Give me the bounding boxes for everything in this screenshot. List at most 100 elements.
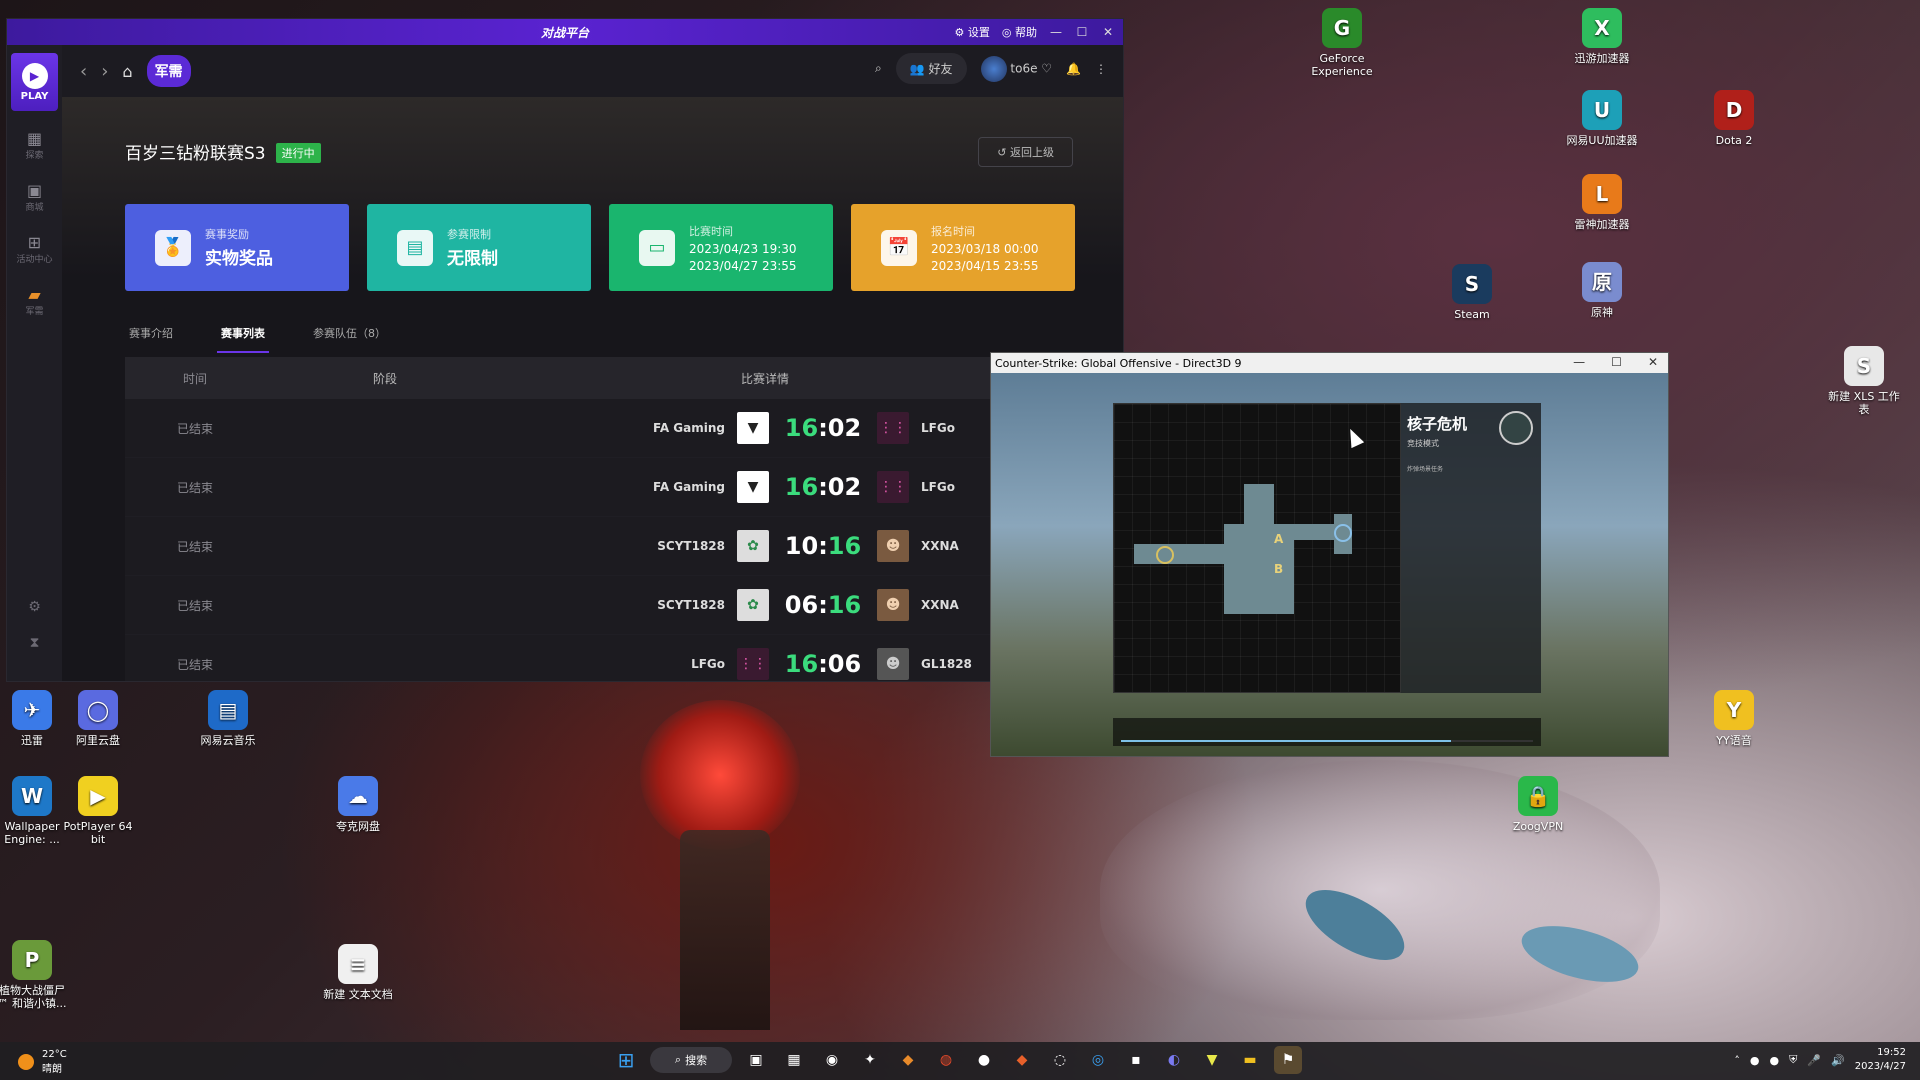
supply-tab[interactable]: 军需: [146, 55, 191, 87]
desktop-icon[interactable]: G GeForce Experience: [1304, 8, 1380, 78]
task-view-icon[interactable]: ▣: [742, 1046, 770, 1074]
desktop-icon-label: 原神: [1591, 306, 1613, 319]
clock-time: 19:52: [1877, 1047, 1906, 1058]
search-button[interactable]: ⌕ 搜索: [650, 1047, 732, 1073]
desktop-icon[interactable]: L 雷神加速器: [1564, 174, 1640, 231]
widgets-icon[interactable]: ▦: [780, 1046, 808, 1074]
play-button[interactable]: ▶ PLAY: [11, 53, 58, 111]
back-button[interactable]: ↺ 返回上级: [978, 137, 1073, 167]
tray-icon[interactable]: ●: [1769, 1054, 1779, 1067]
card-value: 无限制: [447, 249, 498, 269]
settings-button[interactable]: ⚙ 设置: [955, 24, 990, 40]
shield-icon[interactable]: ⛨: [1789, 1053, 1797, 1067]
folder-icon[interactable]: ▬: [1236, 1046, 1264, 1074]
table-row[interactable]: 已结束 SCYT1828 ✿ 06:16 ☻ XXNA: [125, 576, 1031, 635]
app-taskbar-icon[interactable]: ◎: [1084, 1046, 1112, 1074]
sidebar-label: 军需: [25, 307, 44, 317]
app-taskbar-icon[interactable]: ◐: [1160, 1046, 1188, 1074]
desktop-icon[interactable]: ☁ 夸克网盘: [320, 776, 396, 833]
chevron-up-icon[interactable]: ˄: [1734, 1054, 1740, 1067]
desktop-icon[interactable]: P 植物大战僵尸™ 和谐小镇...: [0, 940, 70, 1010]
desktop-icon[interactable]: 🔒 ZoogVPN: [1500, 776, 1576, 833]
match-score: 06:16: [781, 591, 865, 619]
desktop-icon-label: 植物大战僵尸™ 和谐小镇...: [0, 984, 67, 1010]
forward-arrow-icon[interactable]: ›: [101, 61, 108, 82]
clock[interactable]: 19:52 2023/4/27: [1855, 1046, 1906, 1074]
app-icon: W: [12, 776, 52, 816]
app-taskbar-icon[interactable]: ◌: [1046, 1046, 1074, 1074]
csgo-titlebar[interactable]: Counter-Strike: Global Offensive - Direc…: [991, 353, 1668, 373]
desktop-icon[interactable]: 原原神: [1564, 262, 1640, 319]
desktop-icon[interactable]: ▤ 网易云音乐: [190, 690, 266, 747]
close-button[interactable]: ✕: [1101, 25, 1115, 39]
app-taskbar-icon[interactable]: ◆: [894, 1046, 922, 1074]
mic-icon[interactable]: 🎤: [1807, 1054, 1821, 1067]
home-icon[interactable]: ⌂: [122, 62, 132, 81]
desktop-icon[interactable]: ▶ PotPlayer 64 bit: [60, 776, 136, 846]
qq-icon[interactable]: ●: [970, 1046, 998, 1074]
bombsite-a-label: A: [1274, 532, 1284, 546]
desktop-icon[interactable]: U 网易UU加速器: [1564, 90, 1640, 147]
app-taskbar-icon[interactable]: ▪: [1122, 1046, 1150, 1074]
close-button[interactable]: ✕: [1648, 355, 1658, 369]
event-content: 百岁三钻粉联赛S3 进行中 ↺ 返回上级 🏅 赛事奖励 实物奖品 ▤ 参赛限制 无限制 ▭ 比赛…: [62, 97, 1123, 681]
back-arrow-icon[interactable]: ‹: [80, 61, 87, 82]
app-taskbar-icon[interactable]: ✦: [856, 1046, 884, 1074]
minimize-button[interactable]: —: [1049, 25, 1063, 39]
more-icon[interactable]: ⋮: [1095, 62, 1107, 76]
table-row[interactable]: 已结束 FA Gaming ▼ 16:02 ⋮⋮ LFGo: [125, 399, 1031, 458]
maximize-button[interactable]: ☐: [1075, 25, 1089, 39]
header-time: 时间: [182, 371, 207, 386]
minimize-button[interactable]: —: [1573, 355, 1585, 369]
friends-button[interactable]: 👥 好友: [895, 53, 967, 84]
app-taskbar-icon[interactable]: ▼: [1198, 1046, 1226, 1074]
table-row[interactable]: 已结束 SCYT1828 ✿ 10:16 ☻ XXNA: [125, 517, 1031, 576]
score-separator: :: [818, 650, 828, 678]
search-icon[interactable]: ⌕: [875, 61, 882, 76]
search-label: 搜索: [685, 1054, 708, 1067]
tray-icon[interactable]: ●: [1750, 1054, 1760, 1067]
score-b: 02: [827, 414, 862, 442]
desktop-icon[interactable]: S 新建 XLS 工作表: [1826, 346, 1902, 416]
volume-icon[interactable]: 🔊: [1831, 1054, 1845, 1067]
maximize-button[interactable]: ☐: [1611, 355, 1622, 369]
chrome-icon[interactable]: ◍: [932, 1046, 960, 1074]
csgo-taskbar-icon[interactable]: ◉: [818, 1046, 846, 1074]
team-a-name: SCYT1828: [657, 539, 725, 553]
sidebar-item-supply[interactable]: ▰ 军需: [7, 275, 62, 327]
desktop-icon[interactable]: ≡ 新建 文本文档: [320, 944, 396, 1001]
sidebar-item-shop[interactable]: ▣ 商城: [7, 171, 62, 223]
app-taskbar-icon[interactable]: ◆: [1008, 1046, 1036, 1074]
start-icon[interactable]: ⊞: [612, 1046, 640, 1074]
app-icon: ≡: [338, 944, 378, 984]
team-a-name: LFGo: [691, 657, 725, 671]
gear-icon[interactable]: ⚙: [7, 589, 62, 625]
app-icon: ▶: [78, 776, 118, 816]
match-score: 16:06: [781, 650, 865, 678]
app-taskbar-icon[interactable]: ⚑: [1274, 1046, 1302, 1074]
desktop-icon[interactable]: D Dota 2: [1696, 90, 1772, 147]
weather-text: 晴朗: [42, 1064, 62, 1075]
csgo-loading-screen: A B 核子危机 竞技模式 炸弹场景任务: [991, 373, 1668, 756]
event-tab[interactable]: 赛事介绍: [125, 319, 177, 353]
user-profile[interactable]: to6e ♡: [980, 55, 1052, 82]
event-tab[interactable]: 参赛队伍（8）: [309, 319, 390, 353]
taskbar-apps: ⊞ ⌕ 搜索 ▣ ▦ ◉ ✦ ◆ ◍ ● ◆ ◌ ◎ ▪ ◐ ▼ ▬ ⚑: [612, 1046, 1302, 1074]
app-titlebar[interactable]: 对战平台 ⚙ 设置 ◎ 帮助 — ☐ ✕: [7, 19, 1123, 45]
sidebar-item-explore[interactable]: ▦ 探索: [7, 119, 62, 171]
event-tab[interactable]: 赛事列表: [217, 319, 269, 353]
team-b-name: XXNA: [921, 539, 959, 553]
card-icon: ▤: [397, 229, 433, 266]
desktop-icon[interactable]: ◯ 阿里云盘: [60, 690, 136, 747]
bell-icon[interactable]: 🔔: [1066, 62, 1081, 76]
desktop-icon[interactable]: Y YY语音: [1696, 690, 1772, 747]
sidebar-item-activity[interactable]: ⊞ 活动中心: [7, 223, 62, 275]
table-row[interactable]: 已结束 LFGo ⋮⋮ 16:06 ☻ GL1828: [125, 635, 1031, 681]
table-row[interactable]: 已结束 FA Gaming ▼ 16:02 ⋮⋮ LFGo: [125, 458, 1031, 517]
desktop-icon[interactable]: S Steam: [1434, 264, 1510, 321]
help-button[interactable]: ◎ 帮助: [1002, 24, 1037, 40]
hourglass-icon[interactable]: ⧗: [7, 625, 62, 661]
desktop-icon[interactable]: X 迅游加速器: [1564, 8, 1640, 65]
app-icon: L: [1582, 174, 1622, 214]
weather-widget[interactable]: 22°C 晴朗: [18, 1049, 67, 1075]
